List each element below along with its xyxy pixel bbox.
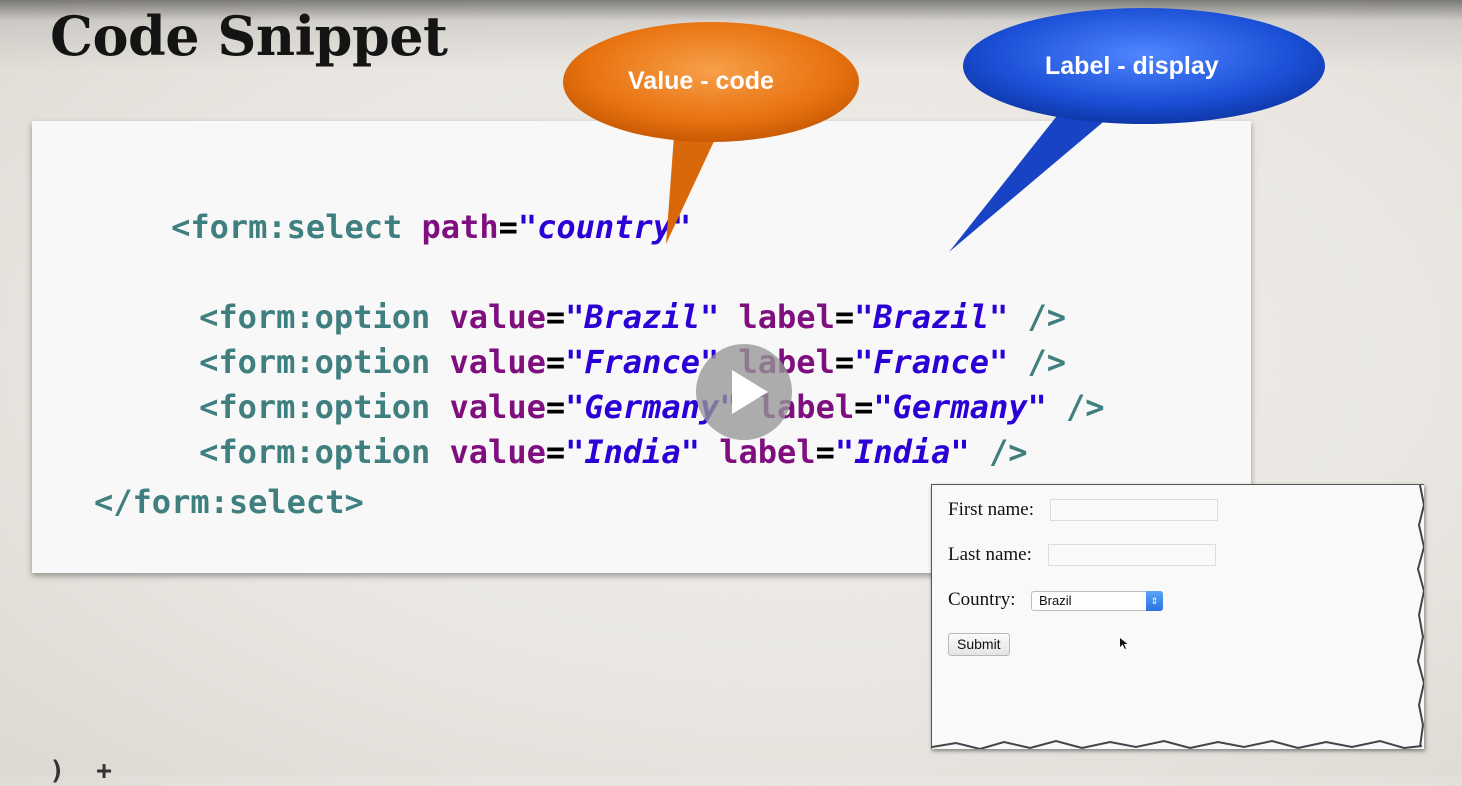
first-name-input[interactable] xyxy=(1050,499,1218,521)
last-name-input[interactable] xyxy=(1048,544,1216,566)
label-callout-bubble xyxy=(949,8,1325,252)
last-name-label: Last name: xyxy=(948,544,1032,565)
play-button[interactable] xyxy=(696,344,792,440)
play-icon xyxy=(732,370,768,414)
value-callout-bubble xyxy=(563,22,859,244)
first-name-label: First name: xyxy=(948,499,1035,520)
mouse-cursor-icon xyxy=(1120,638,1128,649)
country-select[interactable]: Brazil ⇕ xyxy=(1031,591,1163,611)
country-label: Country: xyxy=(948,589,1016,610)
label-callout-text: Label - display xyxy=(1045,52,1219,80)
country-select-value: Brazil xyxy=(1039,593,1072,608)
value-callout-text: Value - code xyxy=(628,67,774,95)
submit-button[interactable]: Submit xyxy=(948,633,1010,656)
bottom-fragment: ) + xyxy=(18,756,112,786)
form-preview-window: First name: Last name: Country: Brazil ⇕… xyxy=(931,484,1424,749)
select-arrows-icon: ⇕ xyxy=(1146,591,1163,611)
torn-edge xyxy=(932,485,1424,749)
